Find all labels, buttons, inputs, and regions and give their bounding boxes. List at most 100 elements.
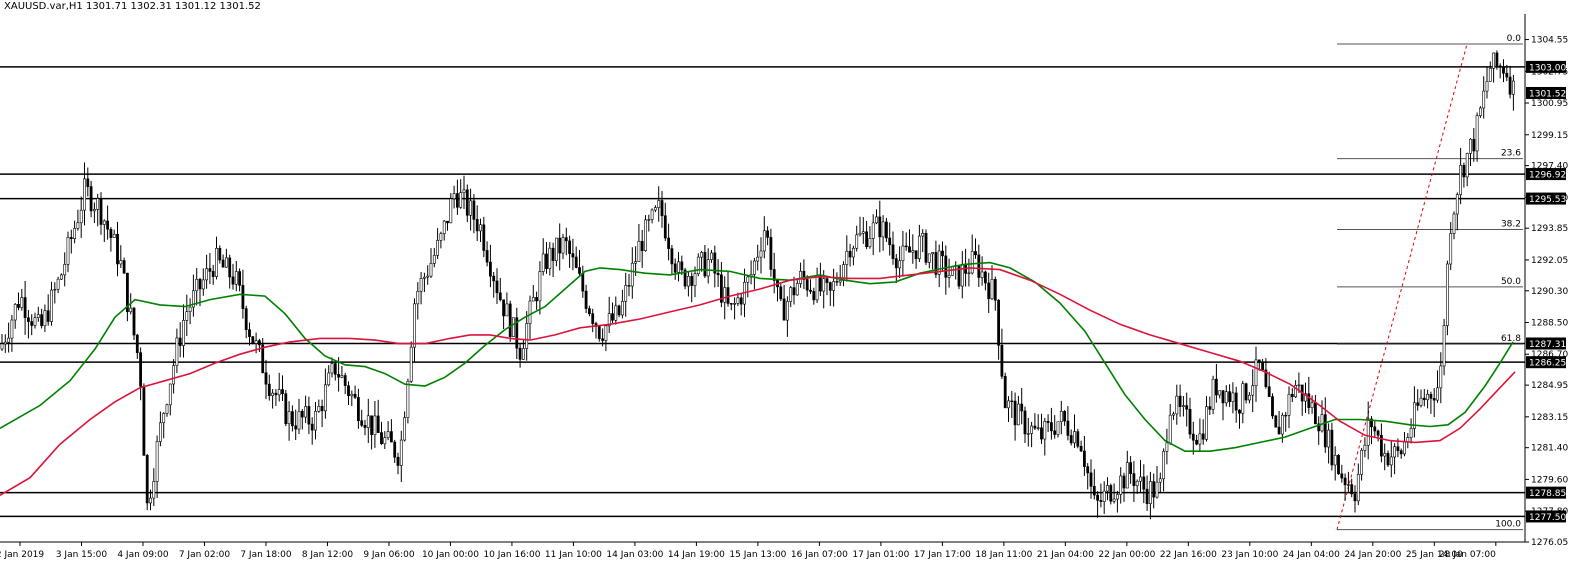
candle-body [1389, 456, 1393, 466]
candle-body [1251, 385, 1255, 396]
candle-body [1426, 394, 1430, 401]
candle-body [366, 415, 370, 428]
candle-body [1310, 402, 1314, 408]
candle-body [76, 222, 80, 229]
candle-body [947, 274, 951, 278]
price-tick-label: 1299.15 [1531, 131, 1568, 141]
candle-body [462, 189, 466, 193]
candle-body [1333, 454, 1337, 466]
candle-body [393, 441, 397, 458]
candle-body [1238, 409, 1241, 414]
candle-body [1083, 450, 1086, 467]
candle-body [347, 385, 350, 397]
candle-body [1287, 393, 1291, 416]
candle-body [43, 310, 47, 327]
candle-body [914, 250, 918, 259]
candle-body [818, 275, 822, 292]
candle-body [350, 393, 354, 397]
candle-body [1112, 498, 1116, 502]
candle-body [225, 257, 228, 268]
candle-body [591, 313, 595, 324]
candle-body [63, 264, 67, 276]
candle-body [1360, 450, 1364, 475]
candle-body [185, 311, 189, 321]
candle-body [211, 271, 215, 277]
price-tick-label: 1300.95 [1531, 99, 1568, 109]
candle-body [1386, 453, 1390, 466]
time-tick-label: 11 Jan 10:00 [545, 550, 602, 560]
candle-body [1343, 477, 1347, 486]
candle-body [505, 303, 509, 317]
candle-body [426, 275, 430, 278]
candle-body [1356, 474, 1360, 502]
candle-body [611, 313, 614, 321]
candle-body [1185, 405, 1189, 410]
candle-body [1419, 397, 1423, 406]
candle-body [696, 256, 700, 274]
candle-body [1479, 107, 1482, 116]
candle-body [1059, 411, 1063, 423]
candle-body [7, 337, 11, 343]
price-tick-label: 1276.05 [1531, 538, 1568, 548]
chart-canvas[interactable]: 0.023.638.250.061.8100.0 1304.551302.751… [0, 0, 1588, 570]
candle-body [1168, 414, 1172, 444]
candle-body [762, 230, 766, 252]
time-tick-label: 28 Jan 07:00 [1439, 550, 1496, 560]
candle-body [244, 308, 248, 330]
candle-body [670, 248, 674, 265]
candle-body [83, 178, 86, 211]
price-tick-label: 1279.60 [1531, 475, 1568, 485]
candle-body [551, 247, 555, 262]
candle-body [1139, 476, 1142, 482]
candle-body [271, 392, 275, 396]
candle-body [109, 228, 113, 238]
candle-body [488, 261, 492, 277]
candle-body [726, 287, 730, 304]
candle-body [59, 274, 63, 280]
candle-body [601, 338, 605, 341]
candle-body [380, 432, 383, 445]
candle-body [1277, 426, 1281, 435]
candle-body [1073, 431, 1076, 444]
candle-body [1330, 429, 1334, 466]
candle-body [1132, 473, 1136, 486]
candle-body [429, 263, 433, 277]
candle-body [155, 441, 159, 482]
candle-body [630, 262, 634, 287]
candle-body [106, 220, 110, 230]
candle-body [858, 232, 862, 236]
candle-body [848, 250, 852, 258]
candle-body [66, 237, 70, 265]
time-tick-label: 9 Jan 06:00 [363, 550, 415, 560]
candle-body [145, 455, 149, 504]
candle-body [287, 411, 291, 425]
candle-body [1347, 484, 1350, 486]
candle-body [884, 221, 888, 239]
candle-body [1432, 398, 1436, 401]
price-chart[interactable]: 0.023.638.250.061.8100.0 1304.551302.751… [0, 0, 1588, 570]
candle-body [779, 286, 783, 300]
candle-body [1056, 421, 1060, 435]
candle-body [977, 254, 981, 278]
candle-body [1363, 444, 1367, 451]
candle-body [1191, 433, 1195, 441]
candle-body [310, 423, 314, 431]
candle-body [112, 233, 116, 238]
candle-body [1475, 115, 1479, 152]
price-tick-label: 1293.85 [1531, 224, 1568, 234]
candle-body [159, 422, 162, 442]
candle-body [782, 298, 786, 321]
candle-body [960, 264, 964, 287]
candle-body [746, 276, 750, 283]
candle-body [337, 374, 341, 378]
candle-body [1155, 481, 1159, 498]
candle-body [1211, 378, 1215, 410]
candle-body [1218, 390, 1222, 396]
candle-body [535, 297, 539, 302]
candle-body [568, 240, 572, 254]
candle-body [432, 255, 436, 264]
candle-body [1162, 451, 1166, 480]
candle-body [1026, 433, 1030, 435]
candle-body [1228, 391, 1232, 402]
candle-body [1033, 425, 1037, 429]
